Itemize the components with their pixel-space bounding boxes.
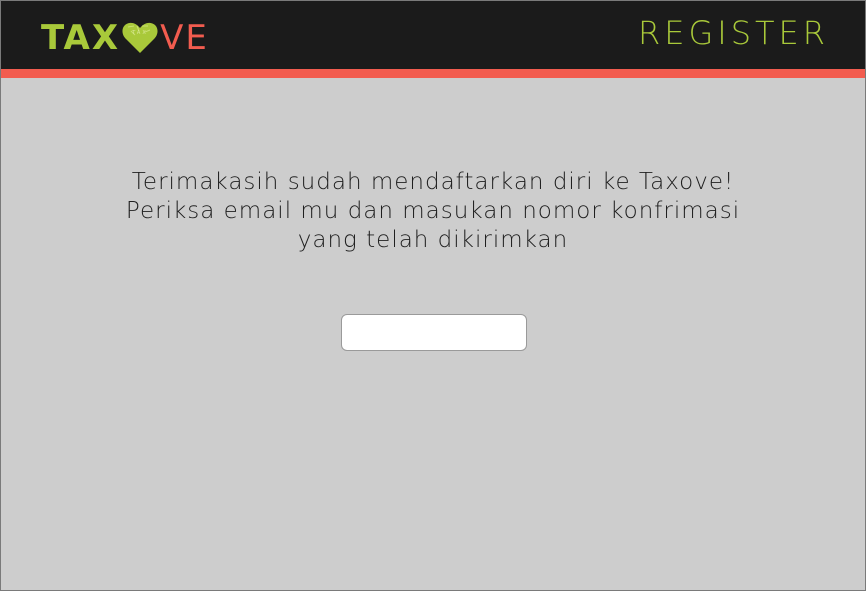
heart-icon: TAX bbox=[122, 22, 158, 53]
app-frame: TAX TAX VE REGISTER Terimakasih sudah me… bbox=[0, 0, 866, 591]
taxove-logo[interactable]: TAX TAX VE bbox=[41, 18, 209, 58]
register-link[interactable]: REGISTER bbox=[638, 17, 829, 49]
message-line-1: Terimakasih sudah mendaftarkan diri ke T… bbox=[131, 169, 735, 195]
svg-text:TAX: TAX bbox=[131, 30, 148, 36]
message-line-3: yang telah dikirimkan bbox=[297, 227, 569, 253]
confirmation-number-input[interactable] bbox=[341, 314, 527, 351]
logo-tax-text: TAX bbox=[41, 18, 121, 58]
header-accent-divider bbox=[1, 69, 865, 78]
top-navigation-bar: TAX TAX VE REGISTER bbox=[1, 1, 865, 69]
message-line-2: Periksa email mu dan masukan nomor konfr… bbox=[125, 198, 741, 224]
registration-confirmation-message: Terimakasih sudah mendaftarkan diri ke T… bbox=[1, 168, 865, 255]
logo-ve-text: VE bbox=[160, 18, 209, 58]
